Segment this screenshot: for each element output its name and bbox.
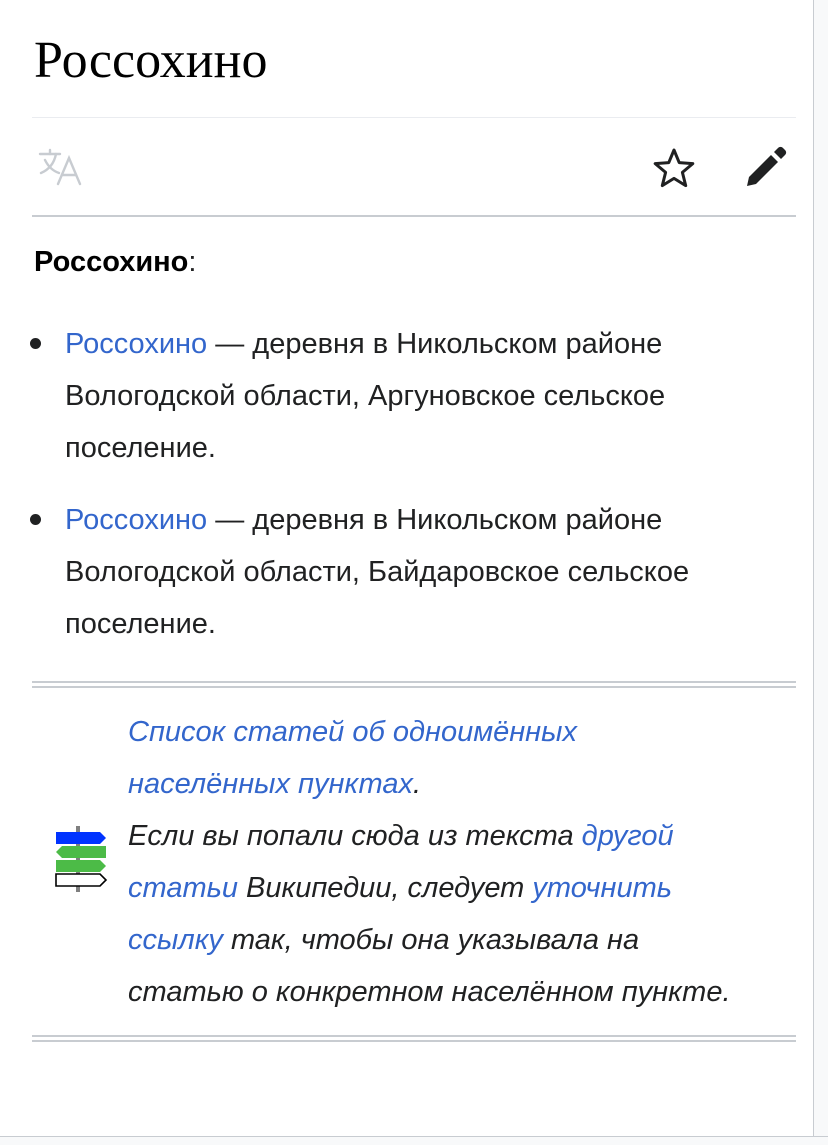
disambig-text: так, чтобы она указывала на [222,924,640,956]
disambig-line: населённых пунктах. [128,758,421,810]
disambig-line: Список статей об одноимённых [128,706,577,758]
fix-link-link[interactable]: уточнить [532,872,672,904]
bullet-icon [30,338,41,349]
signpost-icon [55,826,108,892]
list-item-line: Вологодской области, Байдаровское сельск… [65,556,690,588]
list-item-text: — деревня в Никольском районе [207,504,663,536]
list-item-line: Россохино — деревня в Никольском районе [65,318,662,370]
scrollbar-edge [813,0,828,1145]
star-icon[interactable] [650,145,698,193]
disambig-line: статью о конкретном населённом пункте. [128,976,731,1008]
page-title: Россохино [34,32,268,89]
intro-term: Россохино [34,246,189,278]
disambig-divider-top [32,686,796,688]
namesakes-list-link[interactable]: населённых пунктах [128,768,413,800]
intro-line: Россохино: [34,236,196,288]
disambig-text: Википедии, следует [238,872,533,904]
title-divider [32,117,796,118]
list-item-line: Россохино — деревня в Никольском районе [65,494,662,546]
bottom-toolbar-edge [0,1136,828,1145]
settlement-link[interactable]: Россохино [65,328,207,360]
list-item-line: поселение. [65,432,216,464]
disambig-line: ссылку так, чтобы она указывала на [128,914,639,966]
fix-link-link[interactable]: ссылку [128,924,223,956]
disambig-text: Если вы попали сюда из текста [128,820,582,852]
list-item-text: — деревня в Никольском районе [207,328,663,360]
disambig-line: Если вы попали сюда из текста другой [128,810,674,862]
period: . [412,768,422,800]
translate-icon[interactable] [36,146,86,190]
disambig-divider-bottom [32,1035,796,1037]
intro-colon: : [188,246,197,278]
bullet-icon [30,514,41,525]
list-item-line: Вологодской области, Аргуновское сельско… [65,380,666,412]
pencil-icon[interactable] [740,143,790,193]
other-article-link[interactable]: другой [582,820,674,852]
disambig-divider-top [32,681,796,683]
namesakes-list-link[interactable]: Список статей об одноимённых [128,716,577,748]
settlement-link[interactable]: Россохино [65,504,207,536]
list-item-line: поселение. [65,608,216,640]
other-article-link[interactable]: статьи [128,872,238,904]
actions-divider [32,215,796,217]
disambig-line: статьи Википедии, следует уточнить [128,862,672,914]
disambig-divider-bottom [32,1040,796,1042]
